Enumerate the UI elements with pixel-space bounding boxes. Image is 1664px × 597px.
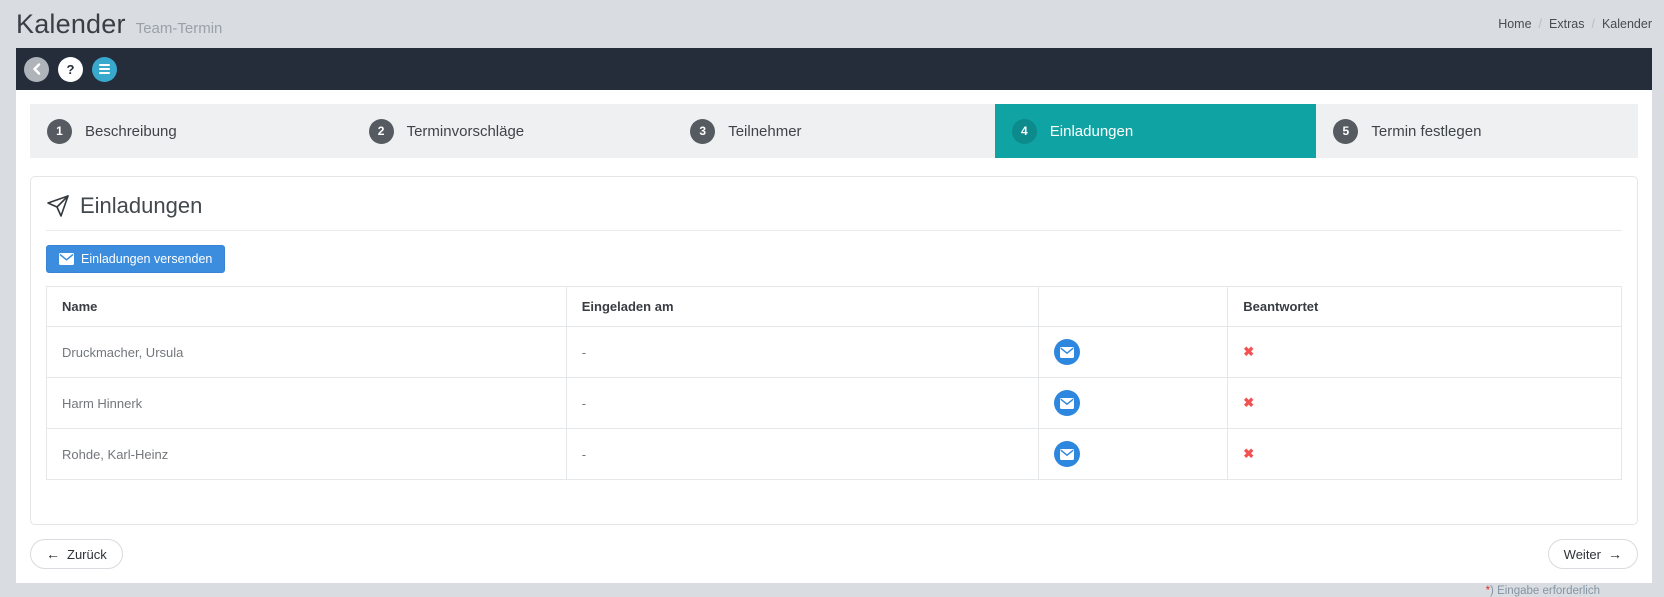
invited-at-value: - — [566, 378, 1039, 429]
breadcrumb-separator: / — [1539, 17, 1542, 31]
invitations-table: Name Eingeladen am Beantwortet Druckmach… — [46, 286, 1622, 480]
step-tab-teilnehmer[interactable]: 3 Teilnehmer — [673, 104, 995, 158]
step-label: Beschreibung — [85, 123, 177, 140]
breadcrumb-item-kalender: Kalender — [1602, 17, 1652, 31]
send-invitations-button[interactable]: Einladungen versenden — [46, 245, 225, 273]
envelope-icon — [1060, 347, 1074, 358]
column-header-answered: Beantwortet — [1228, 287, 1622, 327]
breadcrumb-item-home[interactable]: Home — [1498, 17, 1531, 31]
wizard-steps: 1 Beschreibung 2 Terminvorschläge 3 Teil… — [30, 104, 1638, 158]
wizard-footer: ← Zurück Weiter → — [30, 539, 1638, 569]
paper-plane-icon — [46, 194, 70, 218]
back-step-button[interactable]: ← Zurück — [30, 539, 123, 569]
page-header: Kalender Team-Termin Home / Extras / Kal… — [0, 0, 1664, 48]
step-tab-terminvorschlaege[interactable]: 2 Terminvorschläge — [352, 104, 674, 158]
help-button[interactable]: ? — [58, 57, 83, 82]
chevron-left-icon — [32, 63, 42, 75]
next-step-label: Weiter — [1564, 547, 1601, 562]
back-step-label: Zurück — [67, 547, 107, 562]
send-invitations-label: Einladungen versenden — [81, 252, 212, 266]
participant-name: Harm Hinnerk — [47, 378, 567, 429]
table-header-row: Name Eingeladen am Beantwortet — [47, 287, 1622, 327]
column-header-actions — [1039, 287, 1228, 327]
section-title: Einladungen — [80, 192, 202, 220]
page-title: Kalender — [16, 9, 126, 40]
menu-button[interactable] — [92, 57, 117, 82]
step-number-badge: 5 — [1333, 119, 1358, 144]
envelope-icon — [1060, 449, 1074, 460]
required-note: *) Eingabe erforderlich — [30, 585, 1638, 597]
column-header-invited-at: Eingeladen am — [566, 287, 1039, 327]
main-content: 1 Beschreibung 2 Terminvorschläge 3 Teil… — [16, 90, 1652, 583]
toolbar: ? — [16, 48, 1652, 90]
step-label: Termin festlegen — [1371, 123, 1481, 140]
step-tab-einladungen[interactable]: 4 Einladungen — [995, 104, 1317, 158]
not-answered-icon: ✖ — [1243, 446, 1254, 461]
invited-at-value: - — [566, 327, 1039, 378]
next-step-button[interactable]: Weiter → — [1548, 539, 1638, 569]
required-note-text: ) Eingabe erforderlich — [1490, 585, 1600, 597]
send-mail-button[interactable] — [1054, 441, 1080, 467]
table-row: Druckmacher, Ursula - ✖ — [47, 327, 1622, 378]
participant-name: Druckmacher, Ursula — [47, 327, 567, 378]
invitations-panel: Einladungen Einladungen versenden Name E… — [30, 176, 1638, 525]
send-mail-button[interactable] — [1054, 339, 1080, 365]
step-number-badge: 1 — [47, 119, 72, 144]
invited-at-value: - — [566, 429, 1039, 480]
arrow-right-icon: → — [1608, 546, 1622, 562]
step-number-badge: 3 — [690, 119, 715, 144]
breadcrumb: Home / Extras / Kalender — [1498, 17, 1652, 31]
step-number-badge: 4 — [1012, 119, 1037, 144]
participant-name: Rohde, Karl-Heinz — [47, 429, 567, 480]
not-answered-icon: ✖ — [1243, 395, 1254, 410]
step-tab-beschreibung[interactable]: 1 Beschreibung — [30, 104, 352, 158]
envelope-icon — [59, 253, 74, 265]
column-header-name: Name — [47, 287, 567, 327]
section-header: Einladungen — [46, 192, 1622, 220]
table-row: Rohde, Karl-Heinz - ✖ — [47, 429, 1622, 480]
title-wrap: Kalender Team-Termin — [16, 9, 222, 40]
step-number-badge: 2 — [369, 119, 394, 144]
divider — [46, 230, 1622, 231]
step-label: Einladungen — [1050, 123, 1133, 140]
step-label: Terminvorschläge — [407, 123, 525, 140]
step-label: Teilnehmer — [728, 123, 801, 140]
table-row: Harm Hinnerk - ✖ — [47, 378, 1622, 429]
hamburger-menu-icon — [99, 64, 110, 74]
breadcrumb-item-extras[interactable]: Extras — [1549, 17, 1584, 31]
breadcrumb-separator: / — [1591, 17, 1594, 31]
not-answered-icon: ✖ — [1243, 344, 1254, 359]
envelope-icon — [1060, 398, 1074, 409]
send-mail-button[interactable] — [1054, 390, 1080, 416]
question-mark-icon: ? — [67, 62, 75, 77]
arrow-left-icon: ← — [46, 546, 60, 562]
back-button[interactable] — [24, 57, 49, 82]
step-tab-termin-festlegen[interactable]: 5 Termin festlegen — [1316, 104, 1638, 158]
page-subtitle: Team-Termin — [136, 20, 223, 37]
